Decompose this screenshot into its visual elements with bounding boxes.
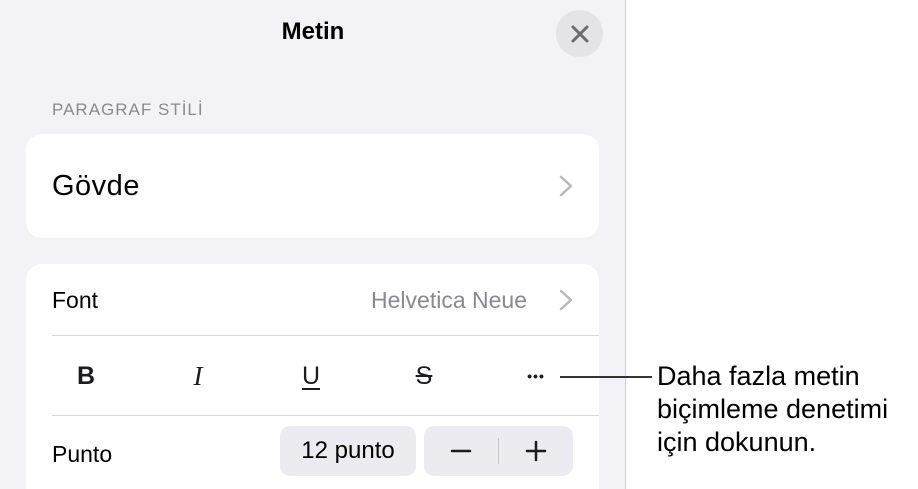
text-format-panel: Metin PARAGRAF STİLİ Gövde Font Helvetic… [0, 0, 626, 489]
divider [52, 415, 599, 416]
callout-line-3: için dokunun. [657, 427, 817, 457]
strikethrough-button[interactable]: S [404, 359, 444, 393]
paragraph-style-row[interactable]: Gövde [26, 134, 599, 238]
callout-line-1: Daha fazla metin [657, 361, 860, 391]
increase-size-button[interactable] [499, 426, 573, 476]
italic-button[interactable]: I [178, 359, 218, 393]
underline-button[interactable]: U [291, 359, 331, 393]
font-row[interactable]: Font Helvetica Neue [26, 264, 599, 336]
callout-line-2: biçimleme denetimi [657, 394, 889, 424]
chevron-right-icon [559, 289, 573, 311]
bold-button[interactable]: B [66, 359, 106, 393]
callout-text: Daha fazla metin biçimleme denetimi için… [657, 360, 918, 459]
font-size-field[interactable]: 12 punto [280, 426, 416, 476]
more-options-button[interactable]: ••• [516, 359, 556, 393]
font-size-stepper [424, 426, 573, 476]
close-icon [571, 25, 588, 42]
decrease-size-button[interactable] [424, 426, 498, 476]
divider [52, 335, 599, 336]
plus-icon [525, 440, 547, 462]
font-size-label: Punto [52, 441, 113, 467]
callout-leader-line [560, 376, 652, 378]
font-label: Font [52, 287, 99, 313]
font-value: Helvetica Neue [371, 287, 527, 313]
font-settings-card: Font Helvetica Neue B I U S ••• Punto 12… [26, 264, 599, 489]
paragraph-style-section-label: PARAGRAF STİLİ [52, 100, 204, 119]
chevron-right-icon [559, 175, 573, 197]
minus-icon [450, 449, 472, 453]
paragraph-style-value: Gövde [52, 170, 140, 202]
close-button[interactable] [556, 10, 603, 57]
more-icon: ••• [527, 368, 545, 384]
panel-title: Metin [281, 18, 345, 45]
